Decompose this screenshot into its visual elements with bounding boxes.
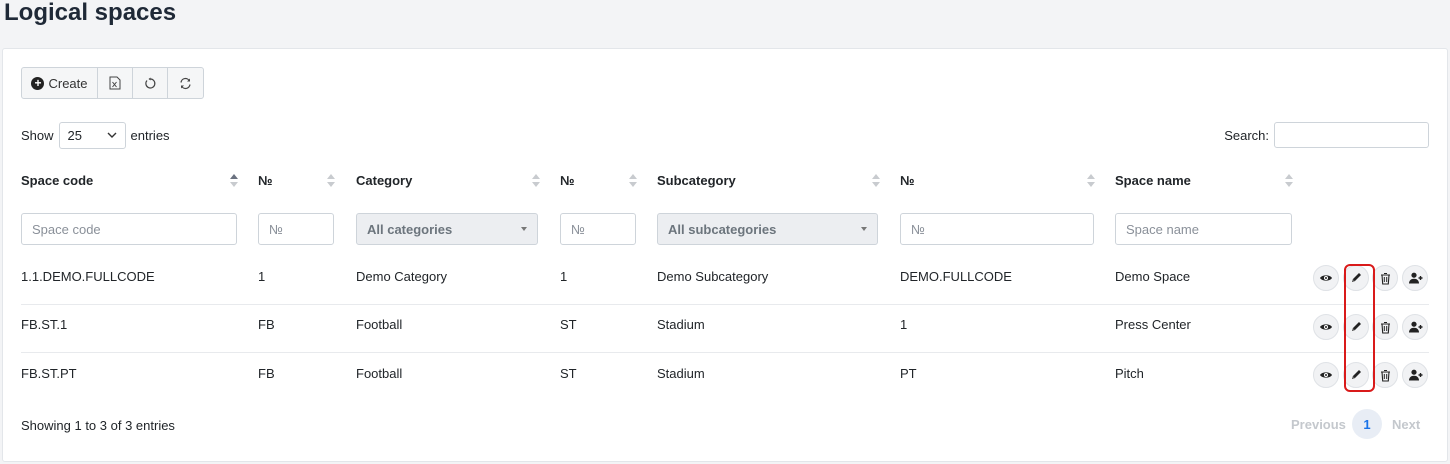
assign-user-button[interactable]: [1402, 362, 1428, 388]
column-header-number[interactable]: №: [900, 173, 915, 188]
assign-user-button[interactable]: [1402, 265, 1428, 291]
view-button[interactable]: [1313, 265, 1339, 291]
logical-spaces-card: + Create Show 25 entries Search: Space c…: [2, 48, 1448, 462]
category-filter-select[interactable]: All categories: [356, 213, 538, 245]
delete-button[interactable]: [1372, 314, 1398, 340]
pagination-previous[interactable]: Previous: [1291, 417, 1346, 432]
view-button[interactable]: [1313, 362, 1339, 388]
trash-icon: [1380, 369, 1391, 382]
cell-space-code: FB.ST.1: [21, 317, 68, 332]
caret-down-icon: [521, 227, 527, 231]
entries-select[interactable]: 25: [58, 121, 126, 149]
sort-asc-icon[interactable]: [230, 174, 238, 188]
cell-subcategory: Stadium: [657, 366, 705, 381]
delete-button[interactable]: [1372, 362, 1398, 388]
toolbar: + Create: [21, 67, 204, 99]
reset-button[interactable]: [133, 68, 168, 98]
cell-number: FB: [258, 317, 275, 332]
cell-category: Football: [356, 366, 403, 381]
cell-number: PT: [900, 366, 917, 381]
column-header-number[interactable]: №: [560, 173, 575, 188]
subcategory-filter-value: All subcategories: [668, 221, 777, 237]
show-label: Show: [21, 127, 54, 143]
sort-icon[interactable]: [532, 174, 540, 188]
space-name-filter[interactable]: Space name: [1115, 213, 1292, 245]
search-input[interactable]: [1274, 122, 1429, 148]
search-label: Search:: [1224, 127, 1269, 143]
search-control: Search:: [1224, 121, 1429, 149]
eye-icon: [1319, 370, 1333, 380]
trash-icon: [1380, 272, 1391, 285]
export-excel-button[interactable]: [98, 68, 133, 98]
column-header-number[interactable]: №: [258, 173, 273, 188]
excel-icon: [109, 76, 121, 90]
number-filter[interactable]: №: [900, 213, 1094, 245]
cell-subcategory: Demo Subcategory: [657, 269, 769, 284]
edit-column-highlight: [1344, 264, 1375, 392]
column-header-space-code[interactable]: Space code: [21, 173, 93, 188]
sort-icon[interactable]: [629, 174, 637, 188]
eye-icon: [1319, 322, 1333, 332]
user-plus-icon: [1408, 272, 1423, 284]
refresh-icon: [180, 77, 191, 89]
create-button-label: Create: [48, 75, 88, 91]
cell-number: 1: [900, 317, 908, 332]
column-header-category[interactable]: Category: [356, 173, 412, 188]
user-plus-icon: [1408, 321, 1423, 333]
cell-space-name: Press Center: [1115, 317, 1191, 332]
user-plus-icon: [1408, 369, 1423, 381]
table-info: Showing 1 to 3 of 3 entries: [21, 418, 175, 433]
page-title: Logical spaces: [4, 0, 177, 26]
sort-icon[interactable]: [1087, 174, 1095, 188]
cell-number: ST: [560, 366, 577, 381]
category-filter-value: All categories: [367, 221, 453, 237]
cell-number: DEMO.FULLCODE: [900, 269, 1012, 284]
eye-icon: [1319, 273, 1333, 283]
column-header-space-name[interactable]: Space name: [1115, 173, 1191, 188]
cell-space-code: FB.ST.PT: [21, 366, 77, 381]
length-control: Show 25 entries: [21, 121, 170, 149]
row-divider: [21, 304, 1429, 305]
refresh-button[interactable]: [168, 68, 203, 98]
assign-user-button[interactable]: [1402, 314, 1428, 340]
cell-space-name: Pitch: [1115, 366, 1144, 381]
cell-number: FB: [258, 366, 275, 381]
space-code-filter[interactable]: Space code: [21, 213, 237, 245]
cell-number: ST: [560, 317, 577, 332]
trash-icon: [1380, 321, 1391, 334]
cell-space-code: 1.1.DEMO.FULLCODE: [21, 269, 155, 284]
entries-label: entries: [130, 127, 170, 143]
view-button[interactable]: [1313, 314, 1339, 340]
entries-select-value: 25: [67, 127, 82, 143]
column-header-subcategory[interactable]: Subcategory: [657, 173, 736, 188]
cell-category: Demo Category: [356, 269, 448, 284]
caret-down-icon: [861, 227, 867, 231]
pagination-next[interactable]: Next: [1392, 417, 1420, 432]
sort-icon[interactable]: [1285, 174, 1293, 188]
sort-icon[interactable]: [327, 174, 335, 188]
cell-space-name: Demo Space: [1115, 269, 1191, 284]
cell-number: 1: [258, 269, 266, 284]
subcategory-filter-select[interactable]: All subcategories: [657, 213, 878, 245]
plus-circle-icon: +: [31, 76, 45, 90]
cell-category: Football: [356, 317, 403, 332]
delete-button[interactable]: [1372, 265, 1398, 291]
chevron-down-icon: [107, 132, 117, 138]
row-divider: [21, 352, 1429, 353]
number-filter[interactable]: №: [258, 213, 334, 245]
cell-number: 1: [560, 269, 568, 284]
create-button[interactable]: + Create: [22, 68, 98, 98]
cell-subcategory: Stadium: [657, 317, 705, 332]
number-filter[interactable]: №: [560, 213, 636, 245]
pagination-page-1[interactable]: 1: [1352, 409, 1382, 439]
sort-icon[interactable]: [872, 174, 880, 188]
reset-icon: [144, 77, 155, 89]
